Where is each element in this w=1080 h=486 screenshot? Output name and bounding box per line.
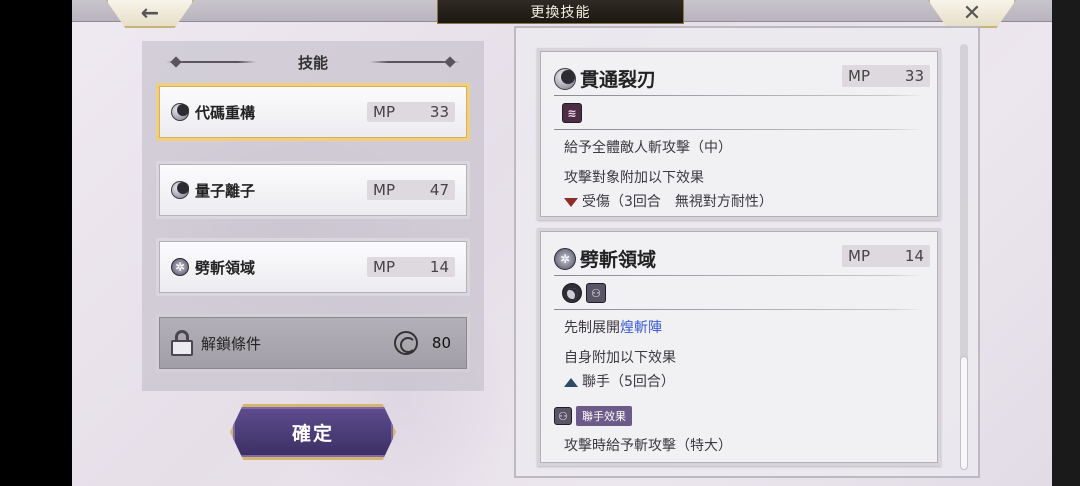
- effect-text: 受傷（3回合 無視對方耐性）: [582, 194, 773, 210]
- skill-slot-1[interactable]: 代碼重構 MP 33: [156, 83, 470, 141]
- skill-detail-card-2: ✲ 劈斬領域 MP 14 ⚇ 先制展開煌斬陣 自身附加以下效果 聯手（5回合） …: [537, 228, 941, 466]
- mp-cost: MP 33: [367, 102, 455, 122]
- detail-description: 給予全體敵人斬攻擊（中）: [564, 140, 732, 156]
- detail-scrollbar[interactable]: [960, 44, 968, 470]
- lock-icon: [171, 330, 193, 356]
- claw-icon: ≋: [562, 103, 582, 123]
- combo-effect-badge: ⚇ 聯手效果: [554, 406, 632, 426]
- mp-value: 33: [904, 67, 924, 85]
- moon-icon: [562, 283, 582, 303]
- mp-value: 33: [429, 103, 449, 121]
- star-element-icon: ✲: [171, 258, 189, 276]
- buff-arrow-up-icon: [564, 377, 578, 387]
- unlock-label: 解鎖條件: [201, 334, 262, 353]
- scroll-thumb[interactable]: [960, 356, 968, 470]
- mp-value: 14: [904, 247, 924, 265]
- combo-description: 攻擊時給予斬攻擊（特大）: [564, 438, 732, 454]
- unlock-condition-slot[interactable]: 解鎖條件 80: [156, 314, 470, 372]
- moon-element-icon: [171, 181, 189, 199]
- detail-description: 先制展開煌斬陣: [564, 317, 662, 337]
- detail-description: 自身附加以下效果: [564, 350, 676, 366]
- mp-label: MP: [373, 258, 395, 276]
- mp-value: 14: [429, 258, 449, 276]
- detail-effect: 聯手（5回合）: [564, 371, 675, 391]
- confirm-button[interactable]: 確定: [230, 404, 396, 460]
- moon-element-icon: [171, 103, 189, 121]
- skill-slot-2[interactable]: 量子離子 MP 47: [156, 161, 470, 219]
- mp-label: MP: [373, 181, 395, 199]
- mp-value: 47: [429, 181, 449, 199]
- mp-label: MP: [848, 67, 870, 85]
- detail-title: 貫通裂刃: [554, 65, 656, 92]
- unlock-value: 80: [431, 334, 451, 352]
- skills-heading: 技能: [297, 53, 328, 72]
- divider: [554, 95, 924, 96]
- detail-skill-name: 貫通裂刃: [580, 69, 657, 91]
- mp-label: MP: [848, 247, 870, 265]
- mp-cost: MP 14: [842, 245, 930, 267]
- skill-name: 量子離子: [195, 181, 256, 200]
- skill-slot-3[interactable]: ✲ 劈斬領域 MP 14: [156, 238, 470, 296]
- page-title: 更換技能: [437, 0, 684, 24]
- skills-panel: 技能 代碼重構 MP 33 量子離子 MP 47 ✲ 劈斬領域 MP 14 解鎖…: [142, 41, 484, 391]
- close-icon: ✕: [962, 0, 982, 26]
- pair-icon: ⚇: [554, 407, 572, 425]
- mp-cost: MP 33: [842, 65, 930, 87]
- divider: [554, 309, 924, 310]
- detail-skill-name: 劈斬領域: [580, 249, 657, 271]
- screen-edge: [1052, 0, 1080, 486]
- text-prefix: 先制展開: [564, 320, 620, 336]
- pair-icon: ⚇: [586, 283, 606, 303]
- back-arrow-icon: ←: [140, 0, 160, 26]
- mp-cost: MP 14: [367, 257, 455, 277]
- star-element-icon: ✲: [554, 247, 576, 270]
- skill-name: 代碼重構: [195, 103, 256, 122]
- spiral-icon: [393, 331, 418, 355]
- effect-text: 聯手（5回合）: [582, 374, 675, 390]
- detail-title: ✲ 劈斬領域: [554, 245, 656, 272]
- skill-name: 劈斬領域: [195, 258, 256, 277]
- moon-element-icon: [554, 67, 576, 90]
- detail-effect: 受傷（3回合 無視對方耐性）: [564, 191, 773, 211]
- divider: [554, 275, 924, 276]
- combo-label: 聯手效果: [576, 406, 632, 426]
- mp-cost: MP 47: [367, 180, 455, 200]
- skill-detail-card-1: 貫通裂刃 MP 33 ≋ 給予全體敵人斬攻擊（中） 攻擊對象附加以下效果 受傷（…: [537, 48, 941, 220]
- detail-description: 攻擊對象附加以下效果: [564, 170, 704, 186]
- divider: [554, 129, 924, 130]
- field-link[interactable]: 煌斬陣: [620, 320, 662, 336]
- debuff-arrow-down-icon: [564, 197, 578, 207]
- mp-label: MP: [373, 103, 395, 121]
